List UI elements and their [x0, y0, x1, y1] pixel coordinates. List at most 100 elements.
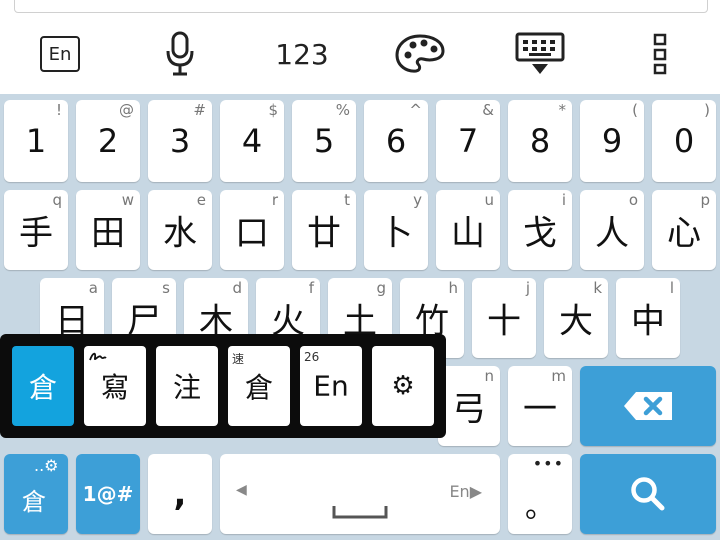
- key-j[interactable]: j十: [472, 278, 536, 358]
- backspace-button[interactable]: [580, 366, 716, 446]
- language-button[interactable]: En: [30, 14, 90, 94]
- key-label: 6: [385, 122, 407, 160]
- key-period[interactable]: ••• 。: [508, 454, 572, 534]
- space-icon: [332, 506, 388, 519]
- handwriting-icon: [89, 352, 107, 361]
- key-hint: ): [704, 101, 710, 119]
- popup-item-english[interactable]: 26 En: [300, 346, 362, 426]
- key-label: 心: [667, 213, 701, 254]
- key-label: 8: [529, 122, 551, 160]
- key-label: 十: [487, 301, 521, 342]
- key-label: 山: [451, 213, 485, 254]
- key-q[interactable]: q手: [4, 190, 68, 270]
- key-i[interactable]: i戈: [508, 190, 572, 270]
- key-l[interactable]: l中: [616, 278, 680, 358]
- popup-item-handwriting[interactable]: 寫: [84, 346, 146, 426]
- key-w[interactable]: w田: [76, 190, 140, 270]
- popup-item-label: 寫: [100, 371, 129, 404]
- key-label: 中: [631, 301, 665, 342]
- key-5[interactable]: % 5: [292, 100, 356, 182]
- gear-icon: ⚙: [391, 371, 415, 401]
- key-t[interactable]: t廿: [292, 190, 356, 270]
- palette-icon[interactable]: [385, 14, 455, 94]
- key-p[interactable]: p心: [652, 190, 716, 270]
- more-dots-icon: •••: [532, 454, 564, 473]
- keyboard-toolbar: En 123: [0, 14, 720, 94]
- key-hint: &: [482, 101, 494, 119]
- key-label: 弓: [452, 389, 486, 430]
- key-label: 4: [241, 122, 263, 160]
- key-8[interactable]: * 8: [508, 100, 572, 182]
- key-7[interactable]: & 7: [436, 100, 500, 182]
- popup-item-zhuyin[interactable]: 注: [156, 346, 218, 426]
- input-mode-button[interactable]: ..⚙ 倉: [4, 454, 68, 534]
- key-label: 廿: [307, 213, 341, 254]
- search-button[interactable]: [580, 454, 716, 534]
- key-label: 手: [19, 213, 53, 254]
- input-mode-label: 倉: [22, 488, 46, 516]
- key-label: 1: [25, 122, 47, 160]
- popup-item-label: En: [313, 369, 349, 403]
- key-4[interactable]: $4: [220, 100, 284, 182]
- language-label: En: [40, 36, 80, 72]
- left-arrow-icon: ◀: [236, 482, 247, 498]
- key-label: 戈: [523, 213, 557, 254]
- popup-item-sublabel: 26: [304, 350, 320, 364]
- key-hint: %: [335, 101, 350, 119]
- key-hint: $: [268, 101, 278, 119]
- key-hint: *: [558, 101, 567, 119]
- more-vert-icon[interactable]: [640, 14, 680, 94]
- key-label: 3: [169, 122, 191, 160]
- key-label: 7: [457, 122, 479, 160]
- key-k[interactable]: k大: [544, 278, 608, 358]
- key-label: 2: [97, 122, 119, 160]
- space-lang-label: En▶: [449, 482, 482, 501]
- popup-item-quick-cangjie[interactable]: 速 倉: [228, 346, 290, 426]
- mic-icon[interactable]: [150, 14, 210, 94]
- key-label: 。: [525, 489, 555, 525]
- input-method-popup: 倉 寫 注 速 倉 26 En ⚙: [0, 334, 446, 438]
- symbols-label: 1@#: [82, 482, 134, 506]
- text-input-field[interactable]: [14, 0, 708, 13]
- key-2[interactable]: @2: [76, 100, 140, 182]
- popup-item-cangjie[interactable]: 倉: [12, 346, 74, 426]
- popup-item-label: 倉: [244, 371, 273, 404]
- keyboard: ! 1 @2 #3 $4 % 5 ^ 6 & 7 * 8 (9 ) 0 q手 w田 e水 r…: [0, 94, 720, 540]
- key-m[interactable]: m一: [508, 366, 572, 446]
- key-label: 卜: [379, 213, 413, 254]
- text-input-area[interactable]: [0, 0, 720, 14]
- key-u[interactable]: u山: [436, 190, 500, 270]
- key-label: 田: [91, 213, 125, 254]
- numeric-mode-button[interactable]: 123: [262, 14, 342, 94]
- key-9[interactable]: (9: [580, 100, 644, 182]
- key-label: 一: [523, 389, 557, 430]
- key-o[interactable]: o人: [580, 190, 644, 270]
- key-y[interactable]: y卜: [364, 190, 428, 270]
- key-hint: #: [193, 101, 206, 119]
- key-comma[interactable]: ,: [148, 454, 212, 534]
- space-bar[interactable]: ◀ En▶: [220, 454, 500, 534]
- search-icon: [631, 477, 665, 511]
- popup-item-label: 注: [172, 371, 201, 404]
- key-6[interactable]: ^ 6: [364, 100, 428, 182]
- key-label: 0: [673, 122, 695, 160]
- keyboard-hide-icon[interactable]: [510, 14, 570, 94]
- popup-item-settings[interactable]: ⚙: [372, 346, 434, 426]
- gear-icon: ..⚙: [34, 456, 59, 475]
- symbols-button[interactable]: 1@#: [76, 454, 140, 534]
- key-r[interactable]: r口: [220, 190, 284, 270]
- key-hint: ^: [409, 101, 422, 119]
- key-e[interactable]: e水: [148, 190, 212, 270]
- key-0[interactable]: ) 0: [652, 100, 716, 182]
- key-label: 5: [313, 122, 335, 160]
- key-3[interactable]: #3: [148, 100, 212, 182]
- key-hint: !: [55, 101, 62, 119]
- key-label: ,: [173, 474, 187, 514]
- key-hint: (: [632, 101, 638, 119]
- key-n[interactable]: n弓: [438, 366, 500, 446]
- key-label: 9: [601, 122, 623, 160]
- key-label: 水: [163, 213, 197, 254]
- key-label: 大: [559, 301, 593, 342]
- key-label: 口: [235, 213, 269, 254]
- key-1[interactable]: ! 1: [4, 100, 68, 182]
